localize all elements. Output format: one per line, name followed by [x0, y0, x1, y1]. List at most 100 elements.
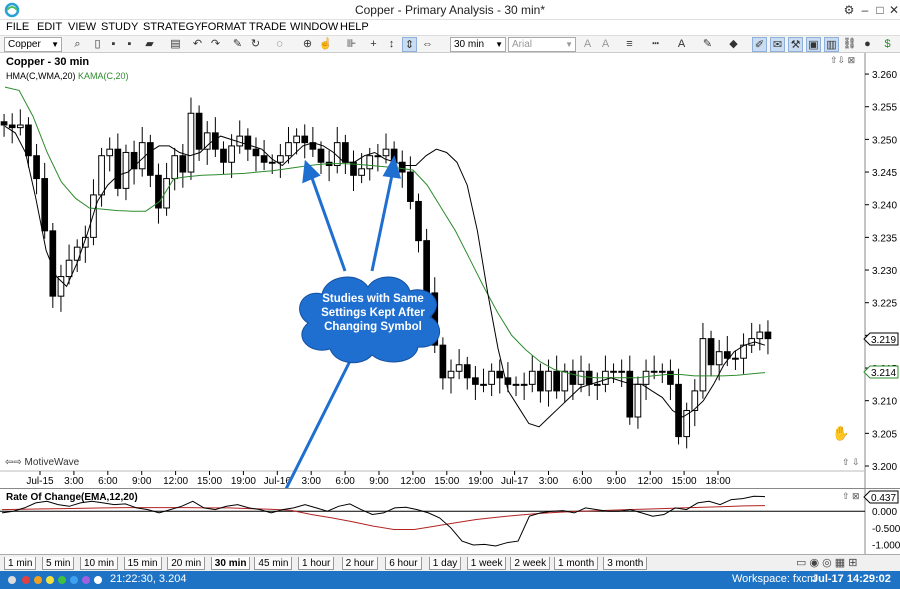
kama-legend[interactable]: KAMA(C,20) [78, 71, 129, 81]
comment-icon[interactable]: ✉ [770, 37, 785, 52]
tab-2-week[interactable]: 2 week [510, 557, 551, 570]
menu-file[interactable]: FILE [6, 20, 29, 35]
price-axis-label: 3.235 [872, 233, 897, 244]
menu-help[interactable]: HELP [340, 20, 369, 35]
order-icon[interactable]: ▣ [806, 37, 821, 52]
pan-icon[interactable]: ☝ [318, 37, 333, 52]
crosshair-icon[interactable]: + [366, 37, 381, 52]
status-dot-icon[interactable] [70, 576, 78, 584]
tab-1-min[interactable]: 1 min [4, 557, 37, 570]
toolbar: Copper ▼ ⌕ ▯ ▪ ▪ ▰ ▤ ↶ ↷ ✎ ↻ ◌ ⊕ ☝ ⊪ + ↕ … [0, 35, 900, 53]
open-folder-icon[interactable]: ▰ [142, 37, 157, 52]
menu-window[interactable]: WINDOW [290, 20, 338, 35]
measure-icon[interactable]: ⚒ [788, 37, 803, 52]
tab-1-hour[interactable]: 1 hour [298, 557, 335, 570]
menu-strategy[interactable]: STRATEGY [143, 20, 201, 35]
pane-scroll-controls[interactable]: ⇧ ⇩ [842, 457, 860, 468]
price-axis-label: 3.245 [872, 168, 897, 179]
positions-icon[interactable]: ▥ [824, 37, 839, 52]
font-smaller-icon[interactable]: A [598, 37, 613, 52]
timebar-icons[interactable]: ▭ ◉ ◎ ▦ ⊞ [796, 556, 857, 569]
save-all-icon[interactable]: ▪ [122, 37, 137, 52]
cursor-readout: 21:22:30, 3.204 [110, 573, 187, 585]
print-icon[interactable]: ▤ [168, 37, 183, 52]
chevron-down-icon: ▼ [565, 40, 573, 49]
tab-30-min[interactable]: 30 min [210, 557, 251, 570]
record-icon[interactable]: ● [860, 37, 875, 52]
candle-body [423, 240, 430, 294]
tab-2-hour[interactable]: 2 hour [341, 557, 378, 570]
fit-icon[interactable]: ↕ [384, 37, 399, 52]
workspace-label[interactable]: Workspace: fxcm [732, 573, 816, 585]
price-chart-svg[interactable]: 3.260 3.255 3.250 3.245 3.240 3.235 3.230 3.225… [0, 53, 900, 506]
bar-type-icon[interactable]: ⊪ [344, 37, 359, 52]
menu-view[interactable]: VIEW [68, 20, 96, 35]
tab-45-min[interactable]: 45 min [254, 557, 293, 570]
interval-select[interactable]: 30 min ▼ [450, 37, 506, 52]
scale-icon[interactable]: ⇕ [402, 37, 417, 52]
price-axis-label: 3.255 [872, 103, 897, 114]
tools-icon[interactable]: ✎ [230, 37, 245, 52]
candle-body [138, 142, 146, 170]
candle-body [25, 124, 32, 157]
redo-icon[interactable]: ↷ [208, 37, 223, 52]
line-style-icon[interactable]: ┅ [648, 37, 663, 52]
menu-study[interactable]: STUDY [101, 20, 138, 35]
close-button[interactable]: ✕ [885, 1, 900, 19]
status-dot-icon[interactable] [94, 576, 102, 584]
font-larger-icon[interactable]: A [580, 37, 595, 52]
tab-5-min[interactable]: 5 min [42, 557, 75, 570]
candle-body [488, 370, 495, 385]
tab-1-month[interactable]: 1 month [554, 557, 599, 570]
hma-legend[interactable]: HMA(C,WMA,20) [6, 71, 76, 81]
link-icon[interactable]: ⛓ [842, 37, 857, 52]
undo-icon[interactable]: ↶ [190, 37, 205, 52]
save-icon[interactable]: ▪ [106, 37, 121, 52]
status-dot-icon[interactable] [34, 576, 42, 584]
symbol-select[interactable]: Copper ▼ [4, 37, 62, 52]
brand-arrows-icon[interactable]: ⇦⇨ [5, 457, 22, 468]
move-icon[interactable]: ⇔ [420, 37, 435, 52]
candle-body [155, 174, 162, 209]
status-dot-icon[interactable] [58, 576, 66, 584]
candle-body [114, 148, 122, 189]
tab-10-min[interactable]: 10 min [80, 557, 119, 570]
menu-edit[interactable]: EDIT [37, 20, 62, 35]
hand-cursor-icon: ✋ [832, 425, 850, 441]
tab-20-min[interactable]: 20 min [167, 557, 206, 570]
status-dot-icon[interactable] [82, 576, 90, 584]
candle-body [342, 142, 349, 163]
menu-format[interactable]: FORMAT [201, 20, 247, 35]
tab-6-hour[interactable]: 6 hour [385, 557, 422, 570]
price-chart-pane[interactable]: 3.260 3.255 3.250 3.245 3.240 3.235 3.230 3.225… [0, 53, 900, 506]
pane-controls[interactable]: ⇧⇩ ⊠ [830, 55, 855, 66]
study-legend: HMA(C,WMA,20) KAMA(C,20) [6, 71, 129, 81]
fill-color-icon[interactable]: ◆ [726, 37, 741, 52]
buy-icon[interactable]: $ [880, 37, 895, 52]
lasso-icon[interactable]: ◌ [272, 37, 287, 52]
zoom-icon[interactable]: ⊕ [300, 37, 315, 52]
draw-icon[interactable]: ✐ [752, 37, 767, 52]
callout-line-2: Settings Kept After [321, 307, 425, 319]
status-dot-icon[interactable] [8, 576, 16, 584]
tab-15-min[interactable]: 15 min [123, 557, 162, 570]
candle-body [277, 155, 284, 163]
symbol-search-icon[interactable]: ⌕ [70, 37, 85, 52]
roc-axis-label: -1.000 [872, 540, 900, 551]
refresh-icon[interactable]: ↻ [248, 37, 263, 52]
status-dot-icon[interactable] [46, 576, 54, 584]
roc-pane-controls[interactable]: ⇧ ⊠ [842, 491, 860, 502]
text-color-icon[interactable]: A [674, 37, 689, 52]
candle-body [480, 383, 487, 386]
tab-1-day[interactable]: 1 day [428, 557, 462, 570]
tab-3-month[interactable]: 3 month [603, 557, 648, 570]
roc-pane[interactable]: 0.000 -0.500 -1.000 0.437 Rate Of Change(E… [0, 488, 900, 555]
font-select[interactable]: Arial ▼ [508, 37, 576, 52]
tab-1-week[interactable]: 1 week [466, 557, 507, 570]
status-dot-icon[interactable] [22, 576, 30, 584]
line-width-icon[interactable]: ≡ [622, 37, 637, 52]
line-color-icon[interactable]: ✎ [700, 37, 715, 52]
menu-trade[interactable]: TRADE [249, 20, 286, 35]
new-icon[interactable]: ▯ [90, 37, 105, 52]
candle-body [0, 121, 8, 126]
